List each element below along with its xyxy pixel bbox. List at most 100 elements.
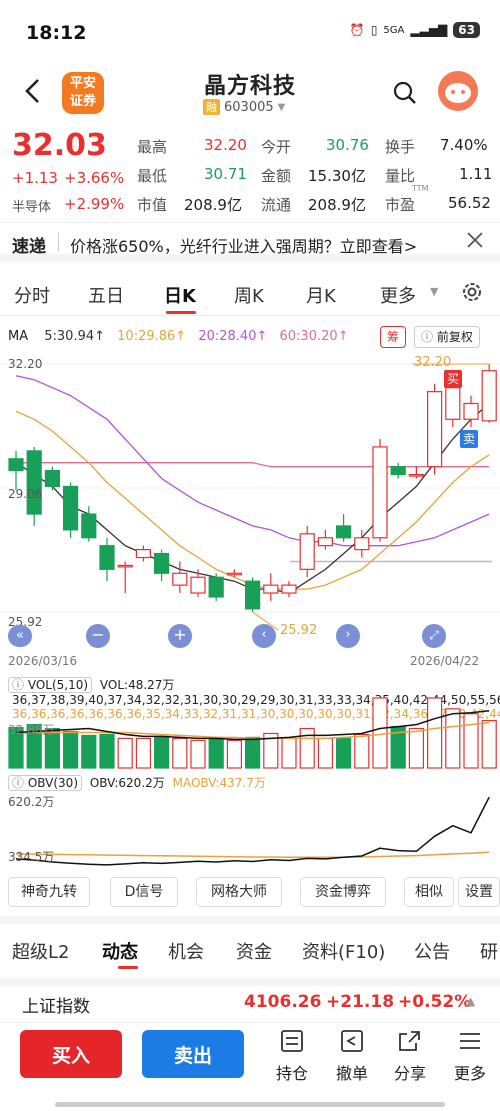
candle [190,576,206,594]
chip-distribution-button[interactable]: 筹 [380,326,407,348]
mcap-value: 208.9亿 [184,196,242,214]
candle [408,473,424,477]
candle [8,458,24,472]
pe-value: 56.52 [448,194,491,212]
end-date: 2026/04/22 [410,654,480,668]
volume-chart[interactable] [0,690,500,770]
stock-code: 603005 [224,99,274,115]
buy-button[interactable]: 买入 [20,1030,122,1078]
ma-label: MA [8,329,29,344]
candle [44,470,61,488]
tab-active-indicator [118,966,138,969]
tab-news-feed[interactable]: 动态 [102,938,138,964]
info-icon: ⓘ [12,776,25,790]
tool-similar[interactable]: 相似 [404,877,454,907]
candle [172,572,188,586]
network-label: 5GA [383,24,405,36]
period-tabs: 分时 五日 日K 周K 月K 更多 ▼ [0,270,500,316]
vol-axis-mid: 32.88万 [8,723,55,737]
holdings-button[interactable]: 持仓 [268,1030,316,1084]
candle [226,572,242,576]
menu-icon [460,1033,480,1049]
sector-label[interactable]: 半导体 [12,196,51,215]
volume-bar [445,708,461,769]
candle [154,552,170,574]
sell-signal-tag[interactable]: 卖 [460,430,478,448]
step-forward-button[interactable]: › [336,624,360,648]
tab-announcements[interactable]: 公告 [414,938,450,964]
zoom-out-button[interactable]: − [86,624,110,648]
high-marker-label: 32.20 [414,355,452,370]
search-icon[interactable] [392,80,418,110]
share-button[interactable]: 分享 [386,1030,434,1084]
index-ticker[interactable]: 上证指数 4106.26 +21.18 +0.52% ▲ [0,978,500,1020]
tab-intraday[interactable]: 分时 [14,282,50,308]
margin-badge: 融 [203,99,220,115]
section-divider [0,916,500,924]
fullscreen-icon[interactable]: ⤢ [422,624,446,648]
ma-lines [15,375,490,594]
tab-funds[interactable]: 资金 [236,938,272,964]
home-indicator [55,1102,445,1107]
stock-code-selector[interactable]: 融 603005 ▼ [203,99,285,115]
candle [81,513,97,539]
tool-d-signal[interactable]: D信号 [110,877,178,907]
status-time: 18:12 [26,22,87,44]
candle [62,485,79,531]
chevron-down-icon: ▼ [430,285,439,298]
tab-weekly-k[interactable]: 周K [234,282,264,308]
tab-super-l2[interactable]: 超级L2 [12,938,69,964]
volume-bar [135,737,151,769]
index-change: +21.18 [326,992,395,1012]
step-back-button[interactable]: ‹ [252,624,276,648]
news-ticker[interactable]: 速递 价格涨650%，光纤行业进入强周期？立即查看> [0,222,500,262]
vibrate-icon: ▯ [370,23,378,37]
mcap-label: 市值 [137,196,168,214]
volume-bar [117,737,133,769]
ma10-value: 10:29.86↑ [117,329,187,344]
candle [135,549,151,559]
kline-chart[interactable] [0,350,500,670]
status-bar: 18:12 ⏰ ▯ 5GA ▂▃▅▇ 63 [0,0,500,66]
ma5-value: 5:30.94↑ [44,329,106,344]
volume-bar [372,697,388,769]
ma10-line [15,410,490,590]
zoom-in-button[interactable]: + [168,624,192,648]
tab-more[interactable]: 更多 [380,282,416,308]
tool-nine-turn[interactable]: 神奇九转 [8,877,90,907]
buy-signal-tag[interactable]: 买 [444,370,462,388]
obv-chart[interactable] [0,790,500,870]
adjust-mode-button[interactable]: ⓘ 前复权 [414,326,480,348]
signal-icon: ▂▃▅▇ [410,23,448,37]
tool-grid-master[interactable]: 网格大师 [196,877,282,907]
tab-five-day[interactable]: 五日 [88,282,124,308]
battery-icon: 63 [453,22,480,38]
sell-button[interactable]: 卖出 [142,1030,244,1078]
index-change-pct: +0.52% [398,992,472,1012]
news-headline[interactable]: 价格涨650%，光纤行业进入强周期？立即查看> [70,233,417,257]
assistant-avatar-icon[interactable] [438,71,478,111]
cancel-order-button[interactable]: 撤单 [328,1030,376,1084]
tool-fund-game[interactable]: 资金博弈 [300,877,386,907]
stock-name: 晶方科技 [203,74,296,99]
volume-bar [281,737,297,769]
more-button[interactable]: 更多 [446,1030,494,1084]
tool-settings[interactable]: 设置 [458,877,500,907]
tab-monthly-k[interactable]: 月K [306,282,336,308]
open-label: 今开 [261,138,292,156]
candle [481,370,497,422]
candle [99,545,115,570]
rewind-button[interactable]: « [8,625,32,647]
volume-bar [354,733,370,769]
tab-f10[interactable]: 资料(F10) [302,938,385,964]
obv-legend: ⓘ OBV(30) OBV:620.2万 MAOBV:437.7万 [8,774,266,791]
low-label: 最低 [137,167,168,185]
obv-indicator-selector[interactable]: ⓘ OBV(30) [8,775,82,791]
tab-daily-k[interactable]: 日K [164,282,196,308]
candle [245,580,261,610]
gear-icon[interactable] [460,280,484,308]
close-icon[interactable] [466,231,484,253]
tab-research[interactable]: 研 [480,938,498,964]
volume-bar [245,736,261,769]
tab-opportunity[interactable]: 机会 [168,938,204,964]
